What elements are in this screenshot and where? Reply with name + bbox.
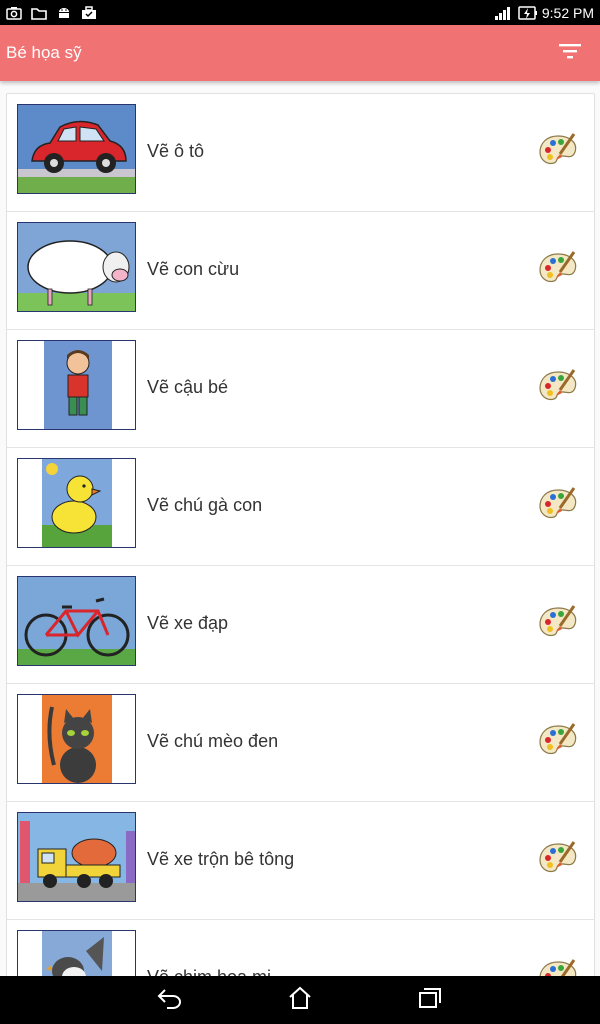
recent-apps-button[interactable]	[410, 980, 450, 1020]
paint-palette-icon[interactable]	[538, 838, 578, 878]
home-icon	[287, 986, 313, 1015]
thumbnail-sheep	[17, 222, 136, 312]
status-time: 9:52 PM	[541, 4, 594, 21]
filter-icon	[559, 43, 581, 64]
back-button[interactable]	[150, 980, 190, 1020]
battery-charging-icon	[518, 5, 537, 20]
paint-palette-icon[interactable]	[538, 602, 578, 642]
thumbnail-bird	[17, 930, 136, 976]
list-item-label: Vẽ xe trộn bê tông	[147, 849, 295, 869]
list-item-label: Vẽ ô tô	[147, 141, 205, 161]
list-item[interactable]: Vẽ cậu bé	[7, 330, 594, 448]
home-button[interactable]	[280, 980, 320, 1020]
list-item[interactable]: Vẽ xe đạp	[7, 566, 594, 684]
list-item-label: Vẽ xe đạp	[147, 613, 229, 633]
paint-palette-icon[interactable]	[538, 956, 578, 976]
navigation-bar	[0, 976, 600, 1024]
list-item[interactable]: Vẽ ô tô	[7, 94, 594, 212]
android-icon	[56, 6, 72, 20]
thumbnail-bicycle	[17, 576, 136, 666]
list-item[interactable]: Vẽ con cừu	[7, 212, 594, 330]
filter-button[interactable]	[550, 33, 590, 73]
app-title: Bé họa sỹ	[6, 43, 82, 62]
list-item[interactable]: Vẽ chú gà con	[7, 448, 594, 566]
thumbnail-red-car	[17, 104, 136, 194]
paint-palette-icon[interactable]	[538, 248, 578, 288]
paint-palette-icon[interactable]	[538, 720, 578, 760]
paint-palette-icon[interactable]	[538, 130, 578, 170]
list-item-label: Vẽ chú gà con	[147, 495, 263, 515]
list-item-label: Vẽ chú mèo đen	[147, 731, 279, 751]
paint-palette-icon[interactable]	[538, 366, 578, 406]
signal-icon	[494, 6, 510, 20]
thumbnail-black-cat	[17, 694, 136, 784]
drawing-list-container[interactable]: Vẽ ô tô Vẽ con cừu Vẽ cậu bé Vẽ chú gà c…	[0, 81, 600, 976]
back-icon	[157, 987, 183, 1014]
list-item[interactable]: Vẽ xe trộn bê tông	[7, 802, 594, 920]
drawing-list: Vẽ ô tô Vẽ con cừu Vẽ cậu bé Vẽ chú gà c…	[6, 93, 595, 976]
briefcase-icon	[81, 5, 97, 20]
status-bar: 9:52 PM	[0, 0, 600, 25]
list-item-label: Vẽ cậu bé	[147, 377, 229, 397]
screenshot-icon	[6, 6, 22, 20]
list-item[interactable]: Vẽ chim họa mi	[7, 920, 594, 976]
thumbnail-chick	[17, 458, 136, 548]
list-item-label: Vẽ chim họa mi	[147, 967, 271, 976]
app-bar: Bé họa sỹ	[0, 25, 600, 81]
paint-palette-icon[interactable]	[538, 484, 578, 524]
folder-icon	[31, 6, 47, 20]
list-item-label: Vẽ con cừu	[147, 259, 240, 279]
recent-apps-icon	[417, 986, 443, 1015]
thumbnail-cement-mixer	[17, 812, 136, 902]
list-item[interactable]: Vẽ chú mèo đen	[7, 684, 594, 802]
thumbnail-boy	[17, 340, 136, 430]
